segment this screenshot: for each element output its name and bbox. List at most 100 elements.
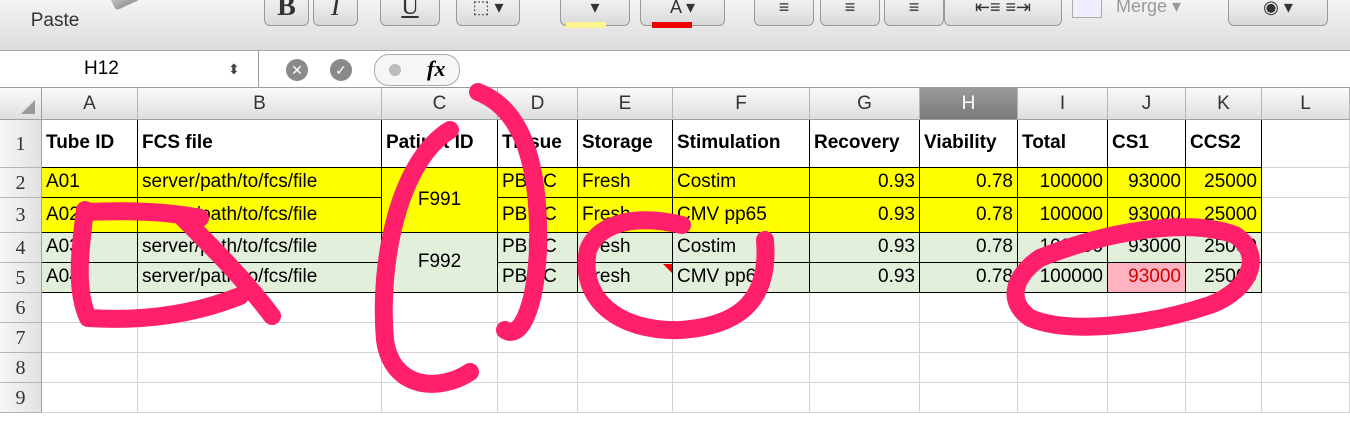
cell-f2[interactable]: Costim (673, 168, 810, 198)
cell-a3[interactable]: A02 (42, 198, 138, 233)
align-left-button[interactable]: ≡ (754, 0, 814, 26)
cell-f9[interactable] (673, 383, 810, 413)
cell-f5[interactable]: CMV pp65 (673, 263, 810, 293)
cell-l9[interactable] (1262, 383, 1350, 413)
cell-d2[interactable]: PBMC (498, 168, 578, 198)
cell-l6[interactable] (1262, 293, 1350, 323)
cell-k5[interactable]: 25000 (1186, 263, 1262, 293)
cell-h7[interactable] (920, 323, 1018, 353)
cell-l5[interactable] (1262, 263, 1350, 293)
cell-f3[interactable]: CMV pp65 (673, 198, 810, 233)
cell-k6[interactable] (1186, 293, 1262, 323)
cell-i4[interactable]: 100000 (1018, 233, 1108, 263)
cell-h1[interactable]: Viability (920, 120, 1018, 168)
cell-c2[interactable]: F991 (382, 168, 498, 233)
align-center-button[interactable]: ≡ (820, 0, 880, 26)
column-header-l[interactable]: L (1262, 88, 1350, 120)
confirm-icon[interactable]: ✓ (330, 59, 352, 81)
cell-l8[interactable] (1262, 353, 1350, 383)
cell-f4[interactable]: Costim (673, 233, 810, 263)
row-header-8[interactable]: 8 (0, 353, 42, 383)
cell-e9[interactable] (578, 383, 673, 413)
clear-button[interactable]: Clear ▾ (98, 0, 256, 26)
row-header-4[interactable]: 4 (0, 233, 42, 263)
cell-h3[interactable]: 0.78 (920, 198, 1018, 233)
cell-k8[interactable] (1186, 353, 1262, 383)
cell-c9[interactable] (382, 383, 498, 413)
name-box-stepper-icon[interactable]: ⬍ (228, 51, 240, 87)
cell-l3[interactable] (1262, 198, 1350, 233)
row-header-5[interactable]: 5 (0, 263, 42, 293)
column-header-k[interactable]: K (1186, 88, 1262, 120)
cell-h6[interactable] (920, 293, 1018, 323)
cell-k2[interactable]: 25000 (1186, 168, 1262, 198)
cell-e3[interactable]: Fresh (578, 198, 673, 233)
cell-k9[interactable] (1186, 383, 1262, 413)
underline-button[interactable]: U (380, 0, 440, 26)
row-header-3[interactable]: 3 (0, 198, 42, 233)
cell-e2[interactable]: Fresh (578, 168, 673, 198)
cell-k4[interactable]: 25000 (1186, 233, 1262, 263)
cell-l7[interactable] (1262, 323, 1350, 353)
row-header-1[interactable]: 1 (0, 120, 42, 168)
cell-g9[interactable] (810, 383, 920, 413)
cell-l2[interactable] (1262, 168, 1350, 198)
cell-l4[interactable] (1262, 233, 1350, 263)
cell-h9[interactable] (920, 383, 1018, 413)
cell-b4[interactable]: server/path/to/fcs/file (138, 233, 382, 263)
cell-f1[interactable]: Stimulation (673, 120, 810, 168)
cell-b2[interactable]: server/path/to/fcs/file (138, 168, 382, 198)
cell-c8[interactable] (382, 353, 498, 383)
cell-e4[interactable]: Fresh (578, 233, 673, 263)
cell-j2[interactable]: 93000 (1108, 168, 1186, 198)
cell-d9[interactable] (498, 383, 578, 413)
cell-e5[interactable]: Fresh (578, 263, 673, 293)
cell-d4[interactable]: PBMC (498, 233, 578, 263)
cell-g7[interactable] (810, 323, 920, 353)
cell-j4[interactable]: 93000 (1108, 233, 1186, 263)
cell-c1[interactable]: Patinet ID (382, 120, 498, 168)
cell-d3[interactable]: PBMC (498, 198, 578, 233)
cell-d8[interactable] (498, 353, 578, 383)
cell-g5[interactable]: 0.93 (810, 263, 920, 293)
cell-b7[interactable] (138, 323, 382, 353)
cell-k3[interactable]: 25000 (1186, 198, 1262, 233)
cell-h5[interactable]: 0.78 (920, 263, 1018, 293)
cell-j5[interactable]: 93000 (1108, 263, 1186, 293)
cell-i8[interactable] (1018, 353, 1108, 383)
cell-a2[interactable]: A01 (42, 168, 138, 198)
cell-g2[interactable]: 0.93 (810, 168, 920, 198)
cell-i6[interactable] (1018, 293, 1108, 323)
column-header-c[interactable]: C (382, 88, 498, 120)
cell-g4[interactable]: 0.93 (810, 233, 920, 263)
cell-e6[interactable] (578, 293, 673, 323)
row-header-6[interactable]: 6 (0, 293, 42, 323)
column-header-h[interactable]: H (920, 88, 1018, 120)
cell-k7[interactable] (1186, 323, 1262, 353)
cell-c4[interactable]: F992 (382, 233, 498, 293)
formula-input[interactable] (466, 51, 1346, 87)
cell-k1[interactable]: CCS2 (1186, 120, 1262, 168)
cell-h8[interactable] (920, 353, 1018, 383)
cell-f7[interactable] (673, 323, 810, 353)
cell-h4[interactable]: 0.78 (920, 233, 1018, 263)
cell-j1[interactable]: CS1 (1108, 120, 1186, 168)
currency-button[interactable]: ◉ ▾ (1228, 0, 1328, 26)
cell-a9[interactable] (42, 383, 138, 413)
italic-button[interactable]: I (313, 0, 358, 26)
insert-function-button[interactable]: fx (374, 54, 460, 86)
column-header-b[interactable]: B (138, 88, 382, 120)
cell-d1[interactable]: Tissue (498, 120, 578, 168)
bold-button[interactable]: B (264, 0, 309, 26)
select-all-corner[interactable] (0, 88, 42, 120)
cell-b9[interactable] (138, 383, 382, 413)
cell-j3[interactable]: 93000 (1108, 198, 1186, 233)
cell-a8[interactable] (42, 353, 138, 383)
cell-f6[interactable] (673, 293, 810, 323)
cell-d7[interactable] (498, 323, 578, 353)
cell-i1[interactable]: Total (1018, 120, 1108, 168)
cell-j6[interactable] (1108, 293, 1186, 323)
cell-e8[interactable] (578, 353, 673, 383)
cell-i5[interactable]: 100000 (1018, 263, 1108, 293)
cell-e7[interactable] (578, 323, 673, 353)
